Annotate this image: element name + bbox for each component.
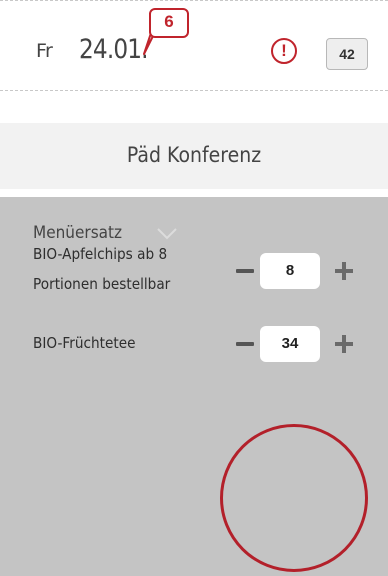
increment-button[interactable] [335, 262, 353, 280]
notification-count: 6 [164, 12, 174, 31]
quantity-field[interactable]: 8 [260, 253, 320, 289]
date-row: Fr 24.01. 6 ! 42 [0, 0, 388, 90]
item-label-fruechtetee: BIO-Früchtetee [33, 334, 136, 352]
item-label-apfelchips: BIO-Apfelchips ab 8 Portionen bestellbar [33, 239, 170, 299]
weekday-label: Fr [36, 40, 53, 62]
increment-button[interactable] [335, 335, 353, 353]
decrement-button[interactable] [236, 342, 254, 346]
group-header[interactable]: Päd Konferenz [0, 123, 388, 189]
decrement-button[interactable] [236, 269, 254, 273]
item-label-line: BIO-Apfelchips ab 8 [33, 245, 168, 263]
exclamation-circle-icon[interactable]: ! [271, 38, 297, 64]
quantity-field[interactable]: 34 [260, 326, 320, 362]
item-label-line: Portionen bestellbar [33, 275, 171, 293]
group-title: Päd Konferenz [126, 143, 262, 167]
divider-bottom [0, 90, 388, 91]
notification-bubble[interactable]: 6 [149, 8, 189, 38]
order-count-badge[interactable]: 42 [326, 38, 368, 70]
date-label: 24.01. [79, 34, 149, 65]
